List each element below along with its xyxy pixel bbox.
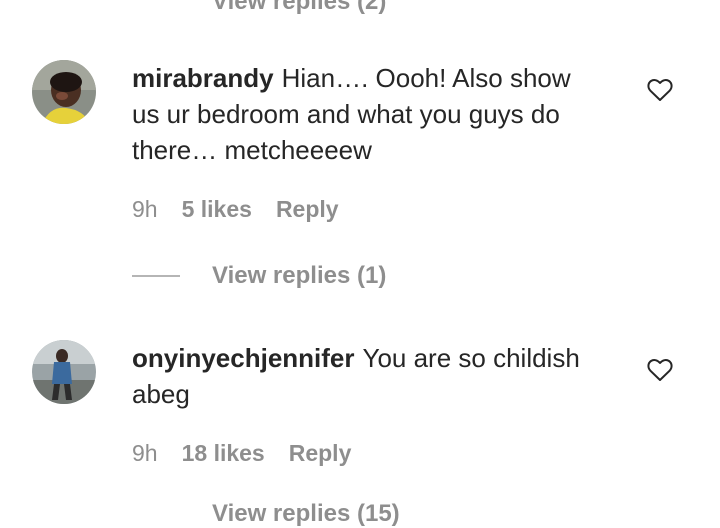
view-replies-label: View replies (15) <box>212 500 400 527</box>
replies-divider-line <box>132 275 180 277</box>
comment-text: mirabrandy Hian…. Oooh! Also show us ur b… <box>132 60 602 168</box>
view-replies-label: View replies (2) <box>212 0 387 15</box>
comment-meta: 9h 18 likes Reply <box>132 440 351 467</box>
avatar-image <box>32 60 96 124</box>
comment-time: 9h <box>132 440 158 466</box>
view-replies-link[interactable]: View replies (15) <box>212 500 400 528</box>
comment-meta: 9h 5 likes Reply <box>132 196 339 223</box>
comment-likes[interactable]: 5 likes <box>182 196 252 223</box>
comment-time: 9h <box>132 196 158 222</box>
reply-button[interactable]: Reply <box>289 440 352 467</box>
comment-text: onyinyechjennifer You are so childish abe… <box>132 340 602 412</box>
avatar-image <box>32 340 96 404</box>
avatar[interactable] <box>32 340 96 404</box>
view-replies-label: View replies (1) <box>212 262 387 289</box>
heart-outline-icon[interactable] <box>647 78 673 102</box>
comment-likes[interactable]: 18 likes <box>182 440 265 467</box>
comment-username[interactable]: mirabrandy <box>132 63 274 93</box>
view-replies-link[interactable]: View replies (1) <box>132 262 386 290</box>
heart-outline-icon[interactable] <box>647 358 673 382</box>
avatar[interactable] <box>32 60 96 124</box>
comment-username[interactable]: onyinyechjennifer <box>132 343 355 373</box>
view-replies-link[interactable]: View replies (2) <box>212 0 386 16</box>
reply-button[interactable]: Reply <box>276 196 339 223</box>
